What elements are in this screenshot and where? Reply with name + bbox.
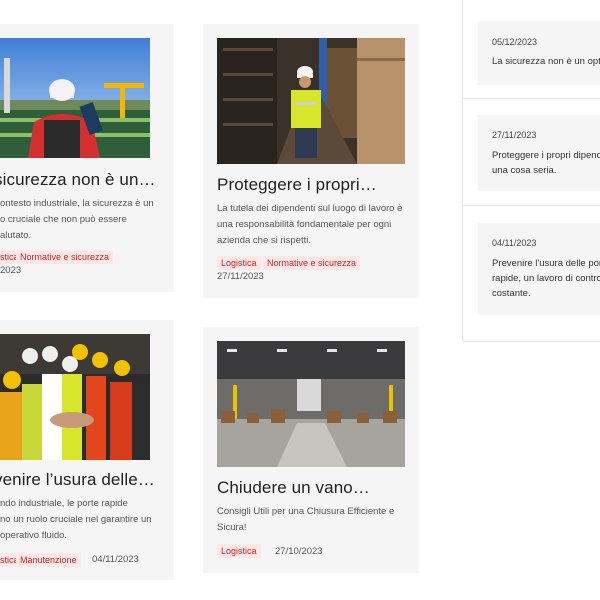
category-tag[interactable]: Normative e sicurezza xyxy=(16,250,114,264)
post-title[interactable]: venire l’usura delle… xyxy=(0,470,155,490)
recent-posts-sidebar: 05/12/2023 La sicurezza non è un optio 2… xyxy=(462,0,600,342)
post-card[interactable]: Chiudere un vano… Consigli Utili per una… xyxy=(203,327,419,573)
post-image[interactable] xyxy=(0,334,150,460)
post-card[interactable]: venire l’usura delle… ndo industriale, l… xyxy=(0,320,174,580)
recent-post-item[interactable]: 27/11/2023 Proteggere i propri dipende u… xyxy=(478,115,600,191)
post-image[interactable] xyxy=(217,341,405,467)
post-title[interactable]: Chiudere un vano… xyxy=(217,478,370,498)
excerpt-line: azienda che si rispetti. xyxy=(217,235,311,246)
category-tag[interactable]: Logistica xyxy=(217,256,261,270)
excerpt-line: Sicura! xyxy=(217,522,247,533)
post-date: 27/11/2023 xyxy=(217,271,264,282)
post-excerpt: ndo industriale, le porte rapide no un r… xyxy=(0,496,170,544)
category-tag[interactable]: Manutenzione xyxy=(16,553,81,567)
divider xyxy=(463,205,600,206)
category-tag[interactable]: Normative e sicurezza xyxy=(263,256,361,270)
recent-post-title[interactable]: costante. xyxy=(492,286,531,302)
excerpt-line: no un ruolo cruciale nel garantire un xyxy=(0,514,152,525)
post-date: 27/10/2023 xyxy=(275,546,323,557)
post-card[interactable]: sicurezza non è un… ontesto industriale,… xyxy=(0,24,174,292)
excerpt-line: operativo fluido. xyxy=(0,530,68,541)
category-tag[interactable]: Logistica xyxy=(217,544,261,558)
recent-post-title[interactable]: La sicurezza non è un optio xyxy=(492,54,600,70)
post-date: 2023 xyxy=(0,265,22,276)
recent-post-date: 04/11/2023 xyxy=(492,238,537,248)
excerpt-line: Consigli Utili per una Chiusura Efficien… xyxy=(217,506,395,517)
recent-post-title[interactable]: Proteggere i propri dipende xyxy=(492,148,600,164)
excerpt-line: ndo industriale, le porte rapide xyxy=(0,498,128,509)
recent-post-title[interactable]: rapide, un lavoro di controll xyxy=(492,271,600,287)
recent-post-title[interactable]: Prevenire l'usura delle porte xyxy=(492,256,600,272)
excerpt-line: alutato. xyxy=(0,230,32,241)
post-date: 04/11/2023 xyxy=(92,554,139,565)
post-excerpt: La tutela dei dipendenti sul luogo di la… xyxy=(217,201,413,249)
post-title[interactable]: Proteggere i propri… xyxy=(217,175,377,195)
post-image[interactable] xyxy=(217,38,405,164)
post-excerpt: Consigli Utili per una Chiusura Efficien… xyxy=(217,504,413,536)
excerpt-line: una responsabilità fondamentale per ogni xyxy=(217,219,392,230)
recent-post-item[interactable]: 04/11/2023 Prevenire l'usura delle porte… xyxy=(478,223,600,315)
excerpt-line: La tutela dei dipendenti sul luogo di la… xyxy=(217,203,403,214)
post-card[interactable]: Proteggere i propri… La tutela dei dipen… xyxy=(203,24,419,298)
divider xyxy=(463,98,600,99)
excerpt-line: ontesto industriale, la sicurezza è un xyxy=(0,198,154,209)
excerpt-line: o cruciale che non può essere xyxy=(0,214,127,225)
recent-post-item[interactable]: 05/12/2023 La sicurezza non è un optio xyxy=(478,21,600,85)
recent-post-date: 05/12/2023 xyxy=(492,37,538,47)
post-title[interactable]: sicurezza non è un… xyxy=(0,170,156,190)
recent-post-date: 27/11/2023 xyxy=(492,130,537,140)
post-image[interactable] xyxy=(0,38,150,158)
recent-post-title[interactable]: una cosa seria. xyxy=(492,163,556,179)
post-excerpt: ontesto industriale, la sicurezza è un o… xyxy=(0,196,170,244)
